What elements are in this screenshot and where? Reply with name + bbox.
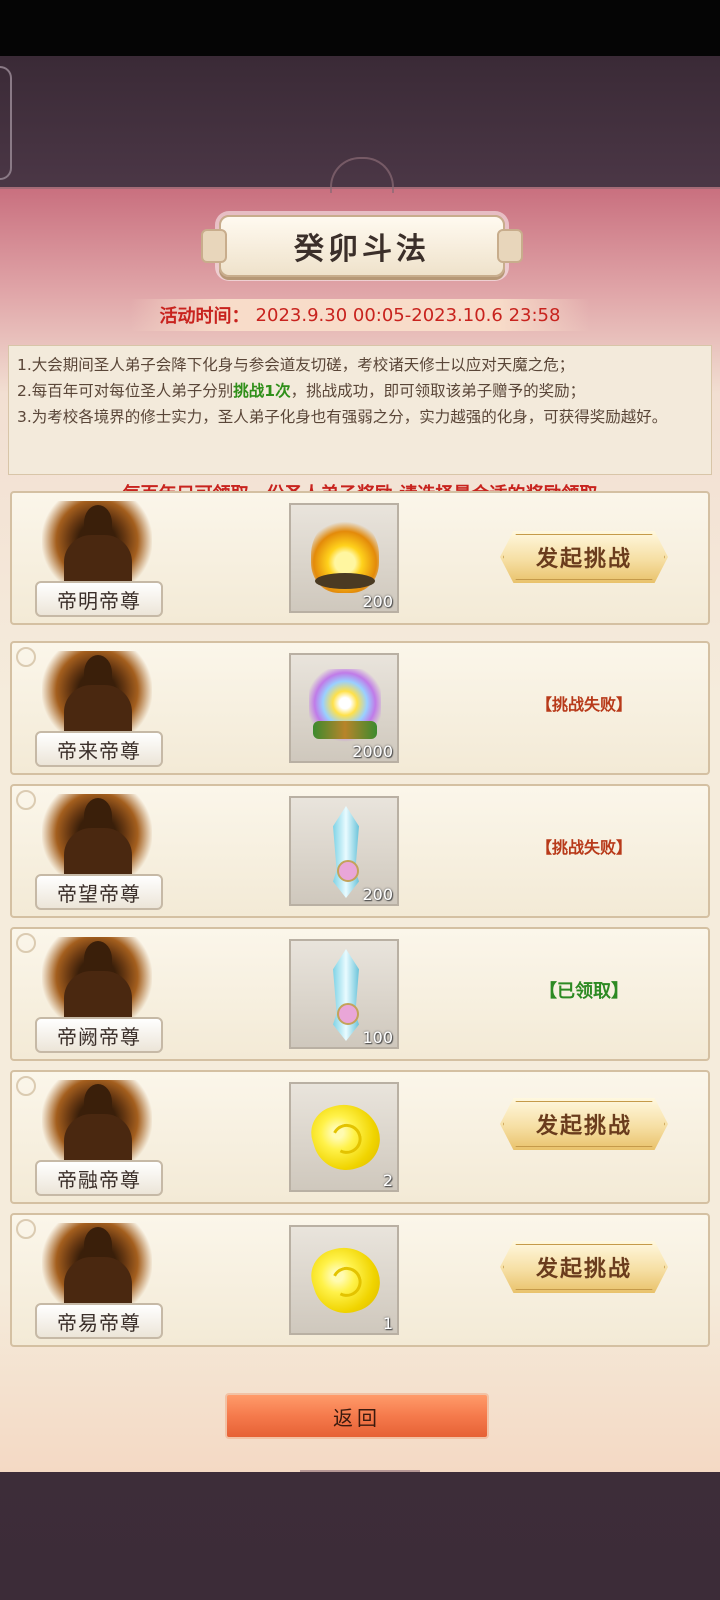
reward-count: 100 (362, 1028, 393, 1047)
boss-name: 帝易帝尊 (35, 1303, 163, 1339)
reward-item-slot[interactable]: 200 (289, 503, 399, 613)
list-item: 帝阙帝尊 100 【已领取】 (10, 927, 710, 1061)
challenge-button[interactable]: 发起挑战 (500, 531, 668, 583)
sword-gem-icon (337, 860, 359, 882)
list-item: 帝明帝尊 200 发起挑战 (10, 491, 710, 625)
status-failed: 【挑战失败】 (535, 838, 632, 857)
side-tab[interactable] (0, 66, 12, 180)
challenge-button[interactable]: 发起挑战 (500, 1098, 668, 1150)
reward-count: 200 (362, 592, 393, 611)
reward-item-slot[interactable]: 2000 (289, 653, 399, 763)
golden-fire-icon (311, 517, 379, 593)
challenge-button-label: 发起挑战 (535, 1114, 632, 1139)
event-time-range: 2023.9.30 00:05-2023.10.6 23:58 (255, 304, 561, 326)
sword-gem-icon (337, 1003, 359, 1025)
reward-item-slot[interactable]: 100 (289, 939, 399, 1049)
page-title: 癸卯斗法 (201, 215, 523, 277)
rule-line-3: 3.为考校各境界的修士实力，圣人弟子化身也有强弱之分，实力越强的化身，可获得奖励… (17, 408, 668, 426)
boss-name: 帝来帝尊 (35, 731, 163, 767)
rule-line-1: 1.大会期间圣人弟子会降下化身与参会道友切磋，考校诸天修士以应对天魔之危； (17, 356, 575, 374)
list-item: 帝望帝尊 200 【挑战失败】 (10, 784, 710, 918)
corner-ornament (16, 933, 36, 953)
rules-description: 1.大会期间圣人弟子会降下化身与参会道友切磋，考校诸天修士以应对天魔之危； 2.… (8, 345, 712, 475)
reward-item-slot[interactable]: 1 (289, 1225, 399, 1335)
status-failed: 【挑战失败】 (535, 695, 632, 714)
challenge-button-label: 发起挑战 (535, 547, 632, 572)
list-item: 帝融帝尊 2 发起挑战 (10, 1070, 710, 1204)
crystal-sword-icon (333, 949, 359, 1041)
reward-count: 1 (382, 1314, 393, 1333)
challenge-button-label: 发起挑战 (535, 1257, 632, 1282)
status-bar (0, 0, 720, 56)
panel-bottom-ornament (300, 1470, 420, 1482)
back-button-label: 返回 (333, 1405, 381, 1430)
gold-nugget-icon (304, 1238, 388, 1322)
corner-ornament (16, 1076, 36, 1096)
list-item: 帝易帝尊 1 发起挑战 (10, 1213, 710, 1347)
reward-count: 2 (382, 1171, 393, 1190)
boss-name: 帝融帝尊 (35, 1160, 163, 1196)
boss-name: 帝明帝尊 (35, 581, 163, 617)
rule-line-2-pre: 2.每百年可对每位圣人弟子分别 (17, 382, 234, 400)
corner-ornament (16, 1219, 36, 1239)
boss-name: 帝望帝尊 (35, 874, 163, 910)
reward-item-slot[interactable]: 200 (289, 796, 399, 906)
gold-nugget-icon (304, 1095, 388, 1179)
corner-ornament (16, 647, 36, 667)
rule-line-2: 2.每百年可对每位圣人弟子分别挑战1次，挑战成功，即可领取该弟子赠予的奖励； (17, 378, 703, 404)
rule-line-2-highlight: 挑战1次 (233, 382, 291, 400)
challenge-button[interactable]: 发起挑战 (500, 1241, 668, 1293)
back-button[interactable]: 返回 (225, 1393, 489, 1439)
rainbow-fire-icon (309, 669, 381, 745)
reward-item-slot[interactable]: 2 (289, 1082, 399, 1192)
boss-name: 帝阙帝尊 (35, 1017, 163, 1053)
list-item: 帝来帝尊 2000 【挑战失败】 (10, 641, 710, 775)
crystal-sword-icon (333, 806, 359, 898)
event-time-label: 活动时间： (159, 306, 250, 327)
rule-line-2-post: ，挑战成功，即可领取该弟子赠予的奖励； (290, 382, 586, 400)
reward-count: 200 (362, 885, 393, 904)
page-title-text: 癸卯斗法 (294, 232, 430, 267)
corner-ornament (16, 790, 36, 810)
status-claimed: 【已领取】 (539, 981, 629, 1002)
reward-count: 2000 (352, 742, 393, 761)
event-time: 活动时间： 2023.9.30 00:05-2023.10.6 23:58 (130, 299, 590, 331)
